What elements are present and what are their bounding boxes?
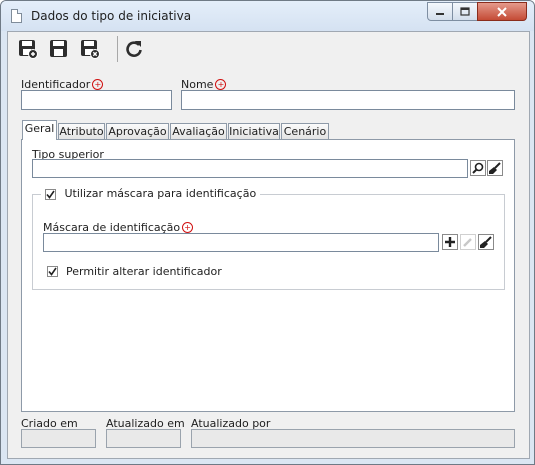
- refresh-icon: [126, 41, 142, 57]
- save-close-icon: [81, 40, 100, 59]
- permitir-alterar-checkbox[interactable]: [47, 266, 58, 277]
- tab-cenario[interactable]: Cenário: [281, 123, 329, 139]
- tab-iniciativa[interactable]: Iniciativa: [228, 123, 280, 139]
- close-button[interactable]: [477, 2, 527, 21]
- tab-avaliacao[interactable]: Avaliação: [170, 123, 227, 139]
- usar-mascara-checkbox[interactable]: [45, 189, 56, 200]
- document-icon: [11, 9, 22, 23]
- dialog-client-area: Identificador + Nome + Geral Atributo Apro…: [7, 31, 530, 459]
- dialog-window: Dados do tipo de iniciativa Identificado…: [0, 0, 535, 465]
- add-mascara-button[interactable]: [442, 234, 458, 250]
- minimize-icon: [436, 12, 444, 15]
- save-close-button[interactable]: [79, 38, 101, 60]
- clear-mascara-button[interactable]: [478, 234, 494, 250]
- required-icon: +: [182, 222, 194, 233]
- toolbar-separator: [117, 36, 118, 62]
- edit-mascara-button[interactable]: [460, 234, 476, 250]
- clear-button[interactable]: [487, 160, 503, 176]
- pencil-icon: [463, 238, 472, 247]
- maximize-icon: [460, 6, 470, 16]
- mascara-input[interactable]: [43, 233, 439, 252]
- tab-aprovacao[interactable]: Aprovação: [106, 123, 169, 139]
- tab-geral[interactable]: Geral: [22, 120, 57, 140]
- broom-icon: [489, 162, 501, 174]
- title-bar[interactable]: Dados do tipo de iniciativa: [1, 1, 534, 31]
- atualizado-em-field: [106, 429, 181, 448]
- save-icon: [50, 40, 67, 57]
- tab-panel-geral: Tipo superior Utilizar máscara para iden…: [21, 139, 515, 412]
- mascara-groupbox: Utilizar máscara para identificação Másc…: [32, 187, 505, 290]
- search-button[interactable]: [470, 160, 486, 176]
- atualizado-por-field: [191, 429, 515, 448]
- save-button[interactable]: [48, 38, 70, 60]
- plus-icon: [445, 237, 455, 247]
- save-new-button[interactable]: [17, 38, 39, 60]
- permitir-alterar-label: Permitir alterar identificador: [66, 265, 222, 278]
- checkmark-icon: [48, 267, 57, 276]
- nome-input[interactable]: [181, 90, 515, 110]
- window-title: Dados do tipo de iniciativa: [31, 9, 192, 23]
- required-icon: +: [92, 79, 104, 90]
- tipo-superior-input[interactable]: [32, 159, 468, 178]
- checkmark-icon: [46, 190, 55, 199]
- minimize-button[interactable]: [427, 2, 453, 21]
- toolbar: [8, 32, 529, 67]
- maximize-button[interactable]: [452, 2, 478, 21]
- refresh-button[interactable]: [123, 38, 145, 60]
- mascara-group-header: Utilizar máscara para identificação: [41, 187, 261, 201]
- required-icon: +: [215, 79, 227, 90]
- criado-em-field: [21, 429, 96, 448]
- close-icon: [497, 6, 507, 17]
- search-icon: [472, 162, 484, 174]
- identificador-input[interactable]: [21, 90, 172, 110]
- usar-mascara-label: Utilizar máscara para identificação: [64, 187, 257, 200]
- broom-icon: [480, 236, 492, 248]
- tab-atributo[interactable]: Atributo: [58, 123, 105, 139]
- save-new-icon: [19, 40, 38, 59]
